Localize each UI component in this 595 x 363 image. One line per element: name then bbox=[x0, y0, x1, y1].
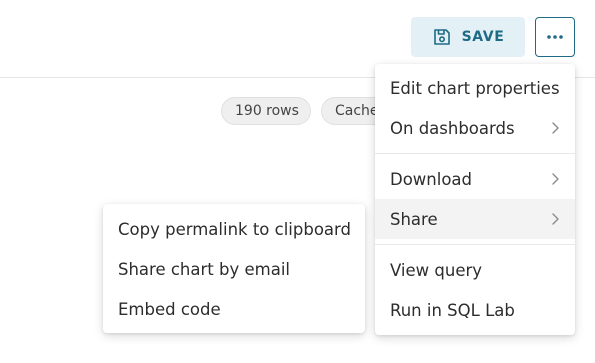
menu-item-view-query[interactable]: View query bbox=[375, 250, 575, 290]
menu-item-label: Download bbox=[390, 169, 473, 189]
chevron-right-icon bbox=[551, 212, 560, 226]
menu-divider bbox=[375, 244, 575, 245]
ellipsis-icon bbox=[546, 34, 564, 40]
chevron-right-icon bbox=[551, 172, 560, 186]
menu-item-label: On dashboards bbox=[390, 118, 515, 138]
save-button[interactable]: SAVE bbox=[411, 17, 525, 57]
menu-item-edit-chart-properties[interactable]: Edit chart properties bbox=[375, 68, 575, 108]
menu-item-label: Copy permalink to clipboard bbox=[118, 219, 351, 239]
menu-item-copy-permalink[interactable]: Copy permalink to clipboard bbox=[103, 209, 365, 249]
menu-item-label: Edit chart properties bbox=[390, 78, 560, 98]
menu-item-share[interactable]: Share bbox=[375, 199, 575, 239]
menu-divider bbox=[375, 153, 575, 154]
menu-item-download[interactable]: Download bbox=[375, 159, 575, 199]
menu-item-label: Embed code bbox=[118, 299, 221, 319]
menu-item-share-by-email[interactable]: Share chart by email bbox=[103, 249, 365, 289]
menu-item-on-dashboards[interactable]: On dashboards bbox=[375, 108, 575, 148]
menu-item-label: View query bbox=[390, 260, 483, 280]
menu-item-label: Share bbox=[390, 209, 438, 229]
share-submenu: Copy permalink to clipboard Share chart … bbox=[103, 204, 365, 333]
more-actions-button[interactable] bbox=[535, 17, 575, 57]
save-label: SAVE bbox=[461, 29, 505, 45]
more-actions-menu: Edit chart properties On dashboards Down… bbox=[375, 64, 575, 335]
row-count-label: 190 rows bbox=[235, 103, 299, 119]
floppy-disk-icon bbox=[432, 27, 452, 47]
menu-item-run-in-sql-lab[interactable]: Run in SQL Lab bbox=[375, 290, 575, 330]
menu-item-label: Run in SQL Lab bbox=[390, 300, 515, 320]
menu-item-label: Share chart by email bbox=[118, 259, 290, 279]
row-count-badge: 190 rows bbox=[221, 97, 311, 125]
chevron-right-icon bbox=[551, 121, 560, 135]
menu-item-embed-code[interactable]: Embed code bbox=[103, 289, 365, 329]
